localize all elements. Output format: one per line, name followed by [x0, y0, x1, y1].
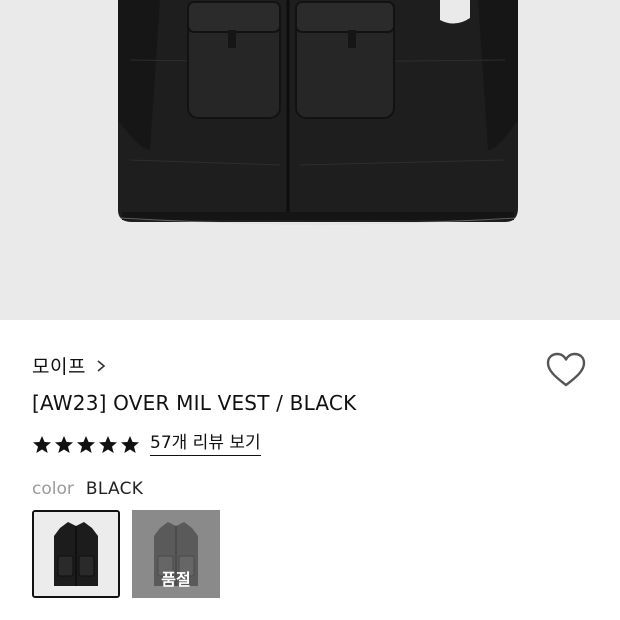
color-label: color: [32, 479, 74, 499]
vest-illustration: [118, 0, 518, 225]
color-selector-label: color BLACK: [32, 479, 143, 499]
star-icon: [99, 435, 117, 453]
star-icon: [121, 435, 139, 453]
color-value: BLACK: [85, 479, 144, 499]
vest-thumbnail: [34, 512, 118, 596]
star-icon: [77, 435, 95, 453]
product-image[interactable]: [0, 0, 620, 320]
color-option-black[interactable]: [32, 510, 120, 598]
brand-link[interactable]: 모이프: [32, 352, 108, 379]
heart-icon[interactable]: [546, 352, 586, 388]
color-option-soldout[interactable]: 품절: [132, 510, 220, 598]
star-icon: [33, 435, 51, 453]
chevron-right-icon: [97, 359, 106, 372]
star-icon: [55, 435, 73, 453]
rating-stars: [32, 435, 140, 455]
rating-row: 57개 리뷰 보기: [32, 433, 261, 456]
review-link[interactable]: 57개 리뷰 보기: [150, 433, 261, 456]
brand-name: 모이프: [32, 356, 86, 378]
soldout-badge: 품절: [161, 570, 191, 589]
color-options: 품절: [32, 510, 220, 598]
product-title: [AW23] OVER MIL VEST / BLACK: [32, 391, 357, 415]
